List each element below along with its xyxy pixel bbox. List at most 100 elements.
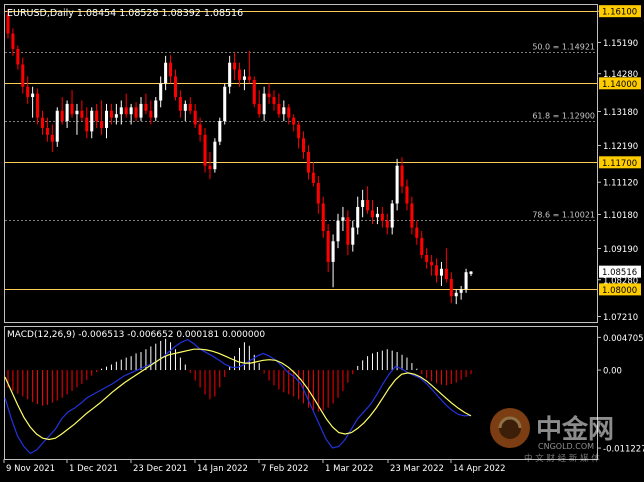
candle-bull [129, 107, 133, 115]
macd-title: MACD(12,26,9) -0.006513 -0.006652 0.0001… [7, 330, 265, 340]
candle-bear [311, 172, 315, 183]
price-level-label: 1.16100 [602, 8, 637, 18]
candle-bull [459, 289, 463, 293]
time-tick-label: 14 Jan 2022 [197, 464, 248, 474]
candle-bear [297, 124, 301, 139]
candle-bear [287, 107, 291, 118]
price-tick-label: 1.15190 [603, 39, 638, 49]
candle-bull [139, 103, 143, 118]
candle-bear [233, 62, 237, 70]
candle-bear [267, 93, 271, 98]
time-tick-label: 9 Nov 2021 [6, 464, 55, 474]
price-level-label: 1.11700 [602, 159, 637, 169]
candle-bear [400, 165, 404, 187]
candle-bear [85, 117, 89, 132]
candle-bull [218, 121, 222, 142]
symbol-header: EURUSD,Daily 1.08454 1.08528 1.08392 1.0… [7, 8, 243, 19]
candle-bull [336, 220, 340, 242]
candle-bull [31, 93, 35, 98]
candle-bear [326, 230, 330, 262]
candle-bear [237, 69, 242, 80]
candle-bear [60, 110, 64, 122]
candle-bear [80, 110, 84, 118]
price-tick-label: 1.11120 [603, 179, 638, 189]
candle-bull [55, 110, 59, 142]
time-tick-label: 7 Feb 2022 [261, 464, 309, 474]
candle-bear [420, 237, 424, 256]
candle-bull [390, 203, 394, 228]
candle-bear [292, 117, 296, 125]
candle-bull [262, 93, 266, 115]
candle-bear [144, 103, 148, 111]
time-tick-label: 23 Mar 2022 [390, 464, 444, 474]
candle-bull [464, 272, 468, 290]
candle-bull [331, 241, 335, 262]
candle-bear [45, 127, 49, 135]
price-tick-label: 1.07210 [603, 313, 638, 323]
candle-bear [21, 64, 25, 87]
candle-bear [346, 217, 350, 245]
price-tick-label: 1.12190 [603, 142, 638, 152]
candle-bull [183, 103, 187, 111]
time-tick-label: 1 Dec 2021 [69, 464, 118, 474]
candle-bull [341, 217, 345, 221]
candle-bear [434, 265, 439, 276]
candle-bull [454, 292, 458, 297]
candle-bear [252, 79, 256, 104]
candle-bull [159, 83, 163, 101]
candle-bull [154, 100, 158, 118]
candle-bear [302, 138, 306, 152]
candle-bull [114, 114, 118, 118]
candle-bear [306, 151, 310, 173]
candle-bull [361, 200, 365, 207]
candle-bear [95, 110, 99, 122]
candle-bear [109, 110, 113, 118]
candle-bear [100, 121, 104, 128]
candle-bull [104, 110, 109, 128]
candle-bear [173, 76, 177, 98]
trading-chart-window: 50.0 = 1.14921 61.8 = 1.12900 78.6 = 1.100… [0, 0, 644, 478]
candle-bull [375, 213, 379, 218]
price-tick-label: 1.10180 [603, 211, 638, 221]
candle-bear [124, 107, 128, 115]
candle-bear [26, 86, 30, 98]
candle-bear [430, 261, 434, 266]
candle-bull [469, 271, 473, 274]
candle-bear [425, 255, 429, 262]
candle-bear [316, 182, 320, 204]
candle-bear [444, 268, 448, 280]
macd-tick-label: -0.011227 [603, 445, 644, 455]
candle-bear [208, 165, 212, 170]
fib-level-label: 50.0 = 1.14921 [532, 43, 595, 52]
candle-bear [178, 97, 182, 111]
candle-bear [70, 103, 74, 115]
candle-bear [11, 33, 15, 49]
candle-bull [228, 62, 232, 87]
chart-canvas[interactable]: 50.0 = 1.14921 61.8 = 1.12900 78.6 = 1.100… [0, 0, 644, 478]
candle-bear [410, 203, 414, 228]
candle-bear [36, 93, 40, 118]
candle-bear [16, 48, 20, 65]
candle-bull [164, 62, 168, 84]
candle-bear [272, 97, 276, 104]
candle-bear [257, 103, 261, 115]
candle-bear [380, 213, 384, 221]
price-level-label: 1.08000 [602, 286, 637, 296]
candle-bear [149, 110, 153, 118]
candle-bull [282, 107, 286, 115]
price-tick-label: 1.13180 [603, 108, 638, 118]
candle-bear [193, 110, 197, 125]
candle-bull [356, 206, 360, 228]
candle-bear [40, 117, 45, 128]
candle-bear [277, 103, 281, 115]
candle-bull [119, 107, 123, 115]
candle-bear [169, 62, 173, 77]
candle-bull [90, 110, 94, 132]
candle-bull [213, 141, 217, 170]
candle-bear [50, 134, 54, 142]
candle-bear [134, 107, 138, 118]
price-level-label: 1.14000 [602, 80, 637, 90]
current-price-label: 1.08516 [602, 268, 637, 278]
candle-bull [65, 103, 69, 122]
candle-bear [321, 203, 325, 231]
